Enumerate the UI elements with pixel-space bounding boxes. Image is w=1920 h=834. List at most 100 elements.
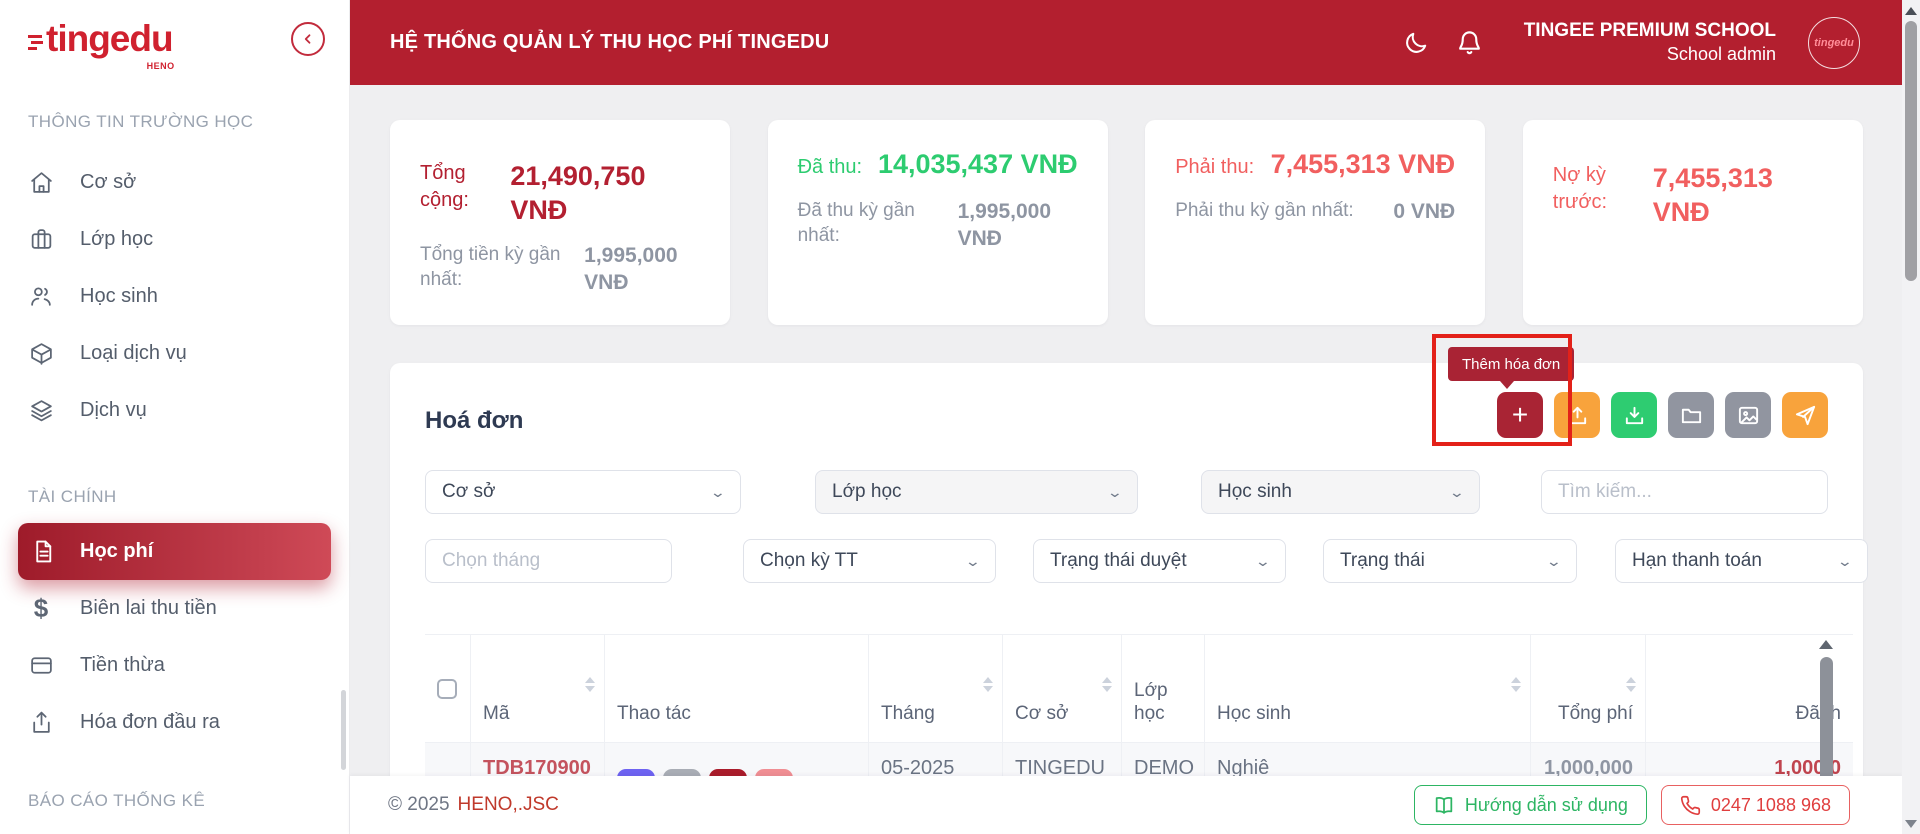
dark-mode-toggle[interactable] xyxy=(1402,29,1430,57)
document-icon xyxy=(30,539,56,565)
sidebar-collapse-button[interactable] xyxy=(291,22,325,56)
filter-trang-thai-duyet[interactable]: Trạng thái duyệt ⌄ xyxy=(1033,539,1286,583)
sidebar-item-label: Dịch vụ xyxy=(80,399,147,422)
sidebar-section-finance: TÀI CHÍNH xyxy=(0,487,349,507)
sort-icon[interactable] xyxy=(983,677,993,692)
logo-subtext: HENO xyxy=(147,61,175,71)
sidebar-item-dich-vu[interactable]: Dịch vụ xyxy=(0,382,349,439)
account-info[interactable]: TINGEE PREMIUM SCHOOL School admin xyxy=(1524,20,1776,65)
layers-icon xyxy=(28,398,54,424)
sidebar-item-hoc-sinh[interactable]: Học sinh xyxy=(0,268,349,325)
sort-icon[interactable] xyxy=(1511,677,1521,692)
stat-label: Nợ kỳ trước: xyxy=(1553,162,1653,230)
chevron-down-icon: ⌄ xyxy=(1546,553,1562,570)
header-cell-checkbox xyxy=(425,635,471,742)
user-guide-button[interactable]: Hướng dẫn sử dụng xyxy=(1414,785,1647,825)
download-button[interactable] xyxy=(1611,392,1657,438)
tingedu-logo[interactable]: tingedu HENO xyxy=(28,18,173,60)
sidebar-item-label: Loại dịch vụ xyxy=(80,342,187,365)
image-icon xyxy=(1737,404,1760,427)
company-link[interactable]: HENO,.JSC xyxy=(458,794,559,816)
header-cell-tong-phi[interactable]: Tổng phí xyxy=(1531,635,1646,742)
header-cell-hoc-sinh[interactable]: Học sinh xyxy=(1205,635,1531,742)
school-name: TINGEE PREMIUM SCHOOL xyxy=(1524,20,1776,42)
users-icon xyxy=(28,284,54,310)
filter-label: Cơ sở xyxy=(442,481,495,503)
chevron-down-icon: ⌄ xyxy=(965,553,981,570)
filter-label: Trạng thái duyệt xyxy=(1050,550,1187,572)
filter-label: Học sinh xyxy=(1218,481,1292,503)
sidebar-item-label: Cơ sở xyxy=(80,171,136,194)
stat-sub-value: 1,995,000 VNĐ xyxy=(958,198,1078,253)
avatar[interactable]: tingedu xyxy=(1808,17,1860,69)
sidebar-item-lop-hoc[interactable]: Lớp học xyxy=(0,211,349,268)
stat-sub-label: Phải thu kỳ gần nhất: xyxy=(1175,198,1354,225)
header-cell-co-so[interactable]: Cơ sở xyxy=(1003,635,1122,742)
sidebar-item-label: Lớp học xyxy=(80,228,153,251)
search-input[interactable] xyxy=(1558,481,1811,503)
sort-icon[interactable] xyxy=(1626,677,1636,692)
stat-card-phai-thu: Phải thu: 7,455,313 VNĐ Phải thu kỳ gần … xyxy=(1145,120,1485,325)
sort-icon[interactable] xyxy=(585,677,595,692)
month-input[interactable] xyxy=(442,550,655,572)
filter-label: Lớp học xyxy=(832,481,902,503)
scroll-up-arrow-icon[interactable] xyxy=(1905,7,1917,15)
sidebar-item-label: Học phí xyxy=(80,540,153,563)
folder-button[interactable] xyxy=(1668,392,1714,438)
image-button[interactable] xyxy=(1725,392,1771,438)
scroll-down-arrow-icon[interactable] xyxy=(1905,820,1917,828)
header-cell-lop-hoc: Lớp học xyxy=(1122,635,1205,742)
briefcase-icon xyxy=(28,227,54,253)
app-title: HỆ THỐNG QUẢN LÝ THU HỌC PHÍ TINGEDU xyxy=(390,31,829,54)
header-cell-thao-tac: Thao tác xyxy=(605,635,869,742)
stat-label: Đã thu: xyxy=(798,154,862,181)
filter-co-so[interactable]: Cơ sở ⌄ xyxy=(425,470,741,514)
package-icon xyxy=(28,341,54,367)
filter-trang-thai[interactable]: Trạng thái ⌄ xyxy=(1323,539,1577,583)
chevron-down-icon: ⌄ xyxy=(1837,553,1853,570)
sidebar-item-hoa-don-dau-ra[interactable]: Hóa đơn đầu ra xyxy=(0,694,349,751)
stat-cards: Tổng cộng: 21,490,750 VNĐ Tổng tiền kỳ g… xyxy=(390,120,1863,325)
header-cell-ma[interactable]: Mã xyxy=(471,635,605,742)
scroll-up-arrow-icon[interactable] xyxy=(1819,640,1833,649)
filter-label: Chọn kỳ TT xyxy=(760,550,858,572)
book-icon xyxy=(1433,794,1455,816)
sidebar-item-hoc-phi[interactable]: Học phí xyxy=(18,523,331,580)
plus-icon: + xyxy=(1512,401,1528,429)
send-button[interactable] xyxy=(1782,392,1828,438)
stat-label: Phải thu: xyxy=(1175,154,1254,181)
sidebar-item-label: Học sinh xyxy=(80,285,158,308)
sidebar-item-bien-lai[interactable]: $ Biên lai thu tiền xyxy=(0,580,349,637)
wallet-icon xyxy=(28,653,54,679)
notifications-button[interactable] xyxy=(1456,29,1484,57)
download-icon xyxy=(1623,404,1646,427)
sidebar-scrollbar[interactable] xyxy=(341,690,346,770)
arrow-left-icon xyxy=(299,30,317,48)
add-invoice-tooltip: Thêm hóa đơn xyxy=(1448,347,1574,381)
logo-text: tingedu xyxy=(46,18,173,59)
add-invoice-button[interactable]: + xyxy=(1497,392,1543,438)
page-scrollbar-thumb[interactable] xyxy=(1905,21,1917,281)
filter-label: Hạn thanh toán xyxy=(1632,550,1762,572)
upload-button[interactable] xyxy=(1554,392,1600,438)
stat-value: 14,035,437 VNĐ xyxy=(878,148,1078,182)
sidebar-item-label: Biên lai thu tiền xyxy=(80,597,217,620)
hotline-button[interactable]: 0247 1088 968 xyxy=(1661,785,1850,825)
sidebar-item-loai-dich-vu[interactable]: Loại dịch vụ xyxy=(0,325,349,382)
filter-han-thanh-toan[interactable]: Hạn thanh toán ⌄ xyxy=(1615,539,1868,583)
stat-sub-label: Đã thu kỳ gần nhất: xyxy=(798,198,958,253)
sidebar-section-reports: BÁO CÁO THỐNG KÊ xyxy=(0,791,349,811)
hotline-number: 0247 1088 968 xyxy=(1711,795,1831,816)
select-all-checkbox[interactable] xyxy=(437,679,457,699)
sidebar-item-tien-thua[interactable]: Tiền thừa xyxy=(0,637,349,694)
filter-chon-ky-tt[interactable]: Chọn kỳ TT ⌄ xyxy=(743,539,996,583)
sort-icon[interactable] xyxy=(1102,677,1112,692)
page-scrollbar[interactable] xyxy=(1902,0,1920,834)
sidebar-item-co-so[interactable]: Cơ sở xyxy=(0,154,349,211)
stat-value: 7,455,313 VNĐ xyxy=(1271,148,1456,182)
stat-value: 7,455,313 VNĐ xyxy=(1653,162,1813,230)
header-cell-thang[interactable]: Tháng xyxy=(869,635,1003,742)
footer: © 2025 HENO,.JSC Hướng dẫn sử dụng 0247 … xyxy=(350,776,1902,834)
filter-lop-hoc[interactable]: Lớp học ⌄ xyxy=(815,470,1138,514)
filter-hoc-sinh[interactable]: Học sinh ⌄ xyxy=(1201,470,1480,514)
